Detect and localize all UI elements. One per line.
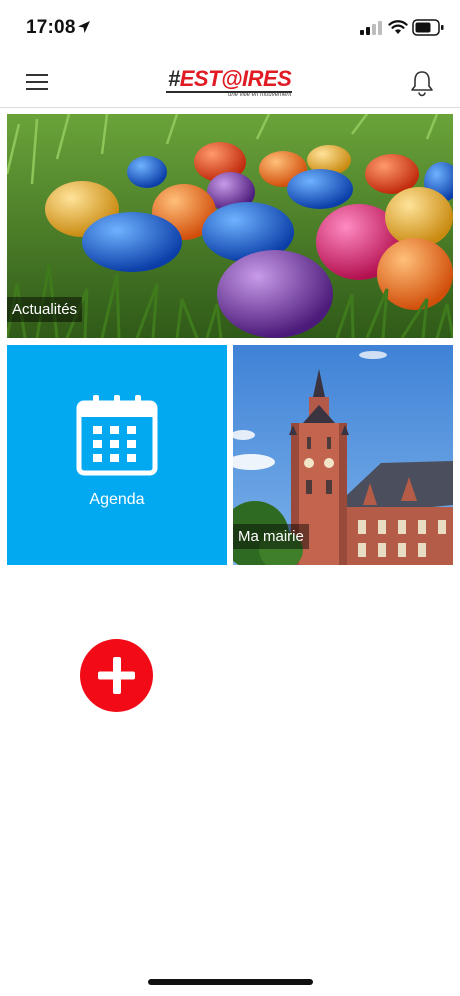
news-tile[interactable]: Actualités	[7, 114, 453, 338]
news-tile-label: Actualités	[7, 297, 83, 322]
app-logo[interactable]: #EST@IRES une ville en mouvement	[160, 64, 300, 100]
status-bar: 17:08	[0, 0, 460, 56]
add-button[interactable]	[80, 639, 153, 712]
agenda-tile[interactable]: Agenda	[7, 345, 227, 565]
agenda-tile-label: Agenda	[89, 491, 145, 508]
mairie-tile[interactable]: Ma mairie	[233, 345, 453, 565]
plus-icon	[98, 657, 135, 694]
home-indicator	[148, 979, 313, 985]
logo-tagline: une ville en mouvement	[228, 92, 292, 98]
calendar-icon	[76, 395, 158, 476]
mairie-tile-label: Ma mairie	[233, 524, 309, 549]
bell-icon[interactable]	[407, 68, 437, 98]
location-arrow-icon	[78, 21, 90, 33]
battery-icon	[412, 19, 444, 36]
app-header: #EST@IRES une ville en mouvement	[0, 56, 460, 108]
status-time: 17:08	[26, 17, 76, 38]
logo-text: #EST@IRES	[168, 66, 292, 91]
wifi-icon	[388, 20, 408, 34]
hamburger-menu-icon[interactable]	[24, 70, 54, 94]
signal-icon	[360, 21, 382, 35]
